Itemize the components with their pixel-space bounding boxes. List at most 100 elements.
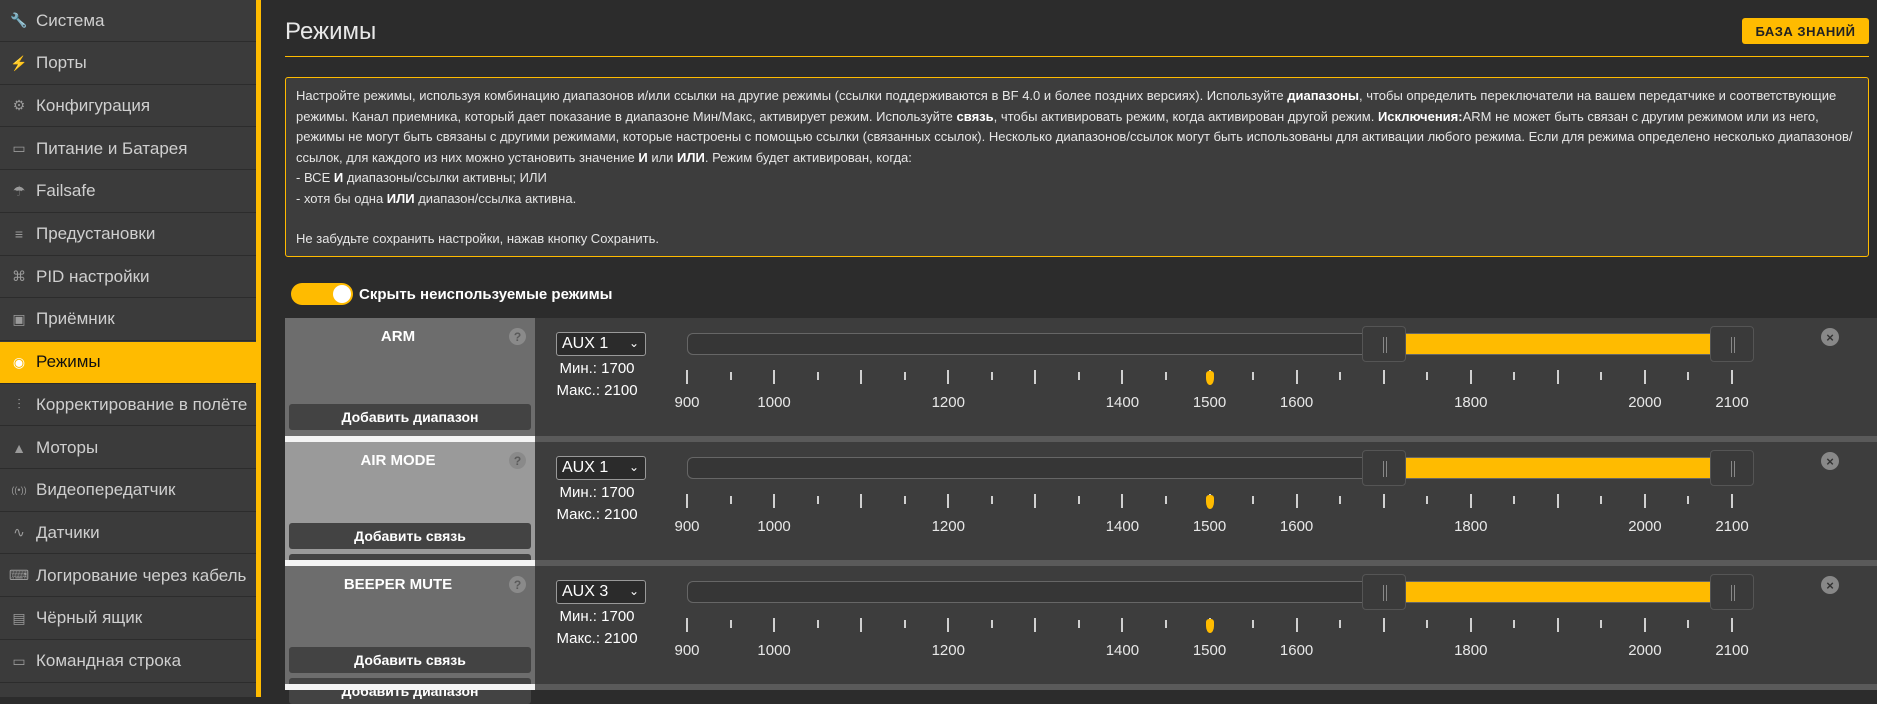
scale-label: 1400 — [1105, 394, 1140, 411]
sidebar-item-2[interactable]: ⚡ Порты — [0, 43, 256, 85]
channel-select[interactable]: AUX 3 ⌄ — [556, 580, 646, 604]
range-min-handle[interactable] — [1361, 326, 1406, 362]
sidebar-item-11[interactable]: ▲ Моторы — [0, 427, 256, 469]
channel-value-marker — [1205, 371, 1214, 385]
range-fill — [1383, 334, 1732, 354]
sidebar-item-13[interactable]: ∿ Датчики — [0, 512, 256, 555]
add-range-button[interactable]: Добавить диапазон — [289, 404, 531, 430]
sitemap-icon: ⌘ — [12, 268, 26, 285]
scale-tick — [947, 370, 950, 384]
sidebar-item-4[interactable]: ▭ Питание и Батарея — [0, 128, 256, 171]
keyboard-icon: ⌨ — [8, 567, 30, 584]
scale-tick — [773, 370, 776, 384]
sidebar-item-10[interactable]: ⫶ Корректирование в полёте — [0, 384, 256, 427]
scale-tick — [1643, 494, 1646, 508]
channel-select-value: AUX 3 — [562, 583, 609, 600]
sidebar-item-16[interactable]: ▭ Командная строка — [0, 641, 256, 683]
sidebar-item-15[interactable]: ▤ Чёрный ящик — [0, 598, 256, 640]
wrench-icon: 🔧 — [10, 12, 28, 28]
range-min-handle[interactable] — [1361, 574, 1406, 610]
sidebar-item-12[interactable]: ((•)) Видеопередатчик — [0, 470, 256, 512]
battery-icon: ▭ — [12, 140, 26, 157]
scale-tick — [947, 494, 950, 508]
scale-label: 900 — [674, 518, 700, 535]
sidebar-item-3[interactable]: ⚙ Конфигурация — [0, 85, 256, 128]
close-icon[interactable]: × — [1821, 576, 1839, 594]
scale-tick — [816, 496, 819, 504]
scale-tick — [860, 618, 863, 632]
scale-label: 2000 — [1628, 642, 1662, 659]
sidebar-item-1[interactable]: 🔧 Система — [0, 0, 256, 42]
scale-tick — [1600, 496, 1603, 504]
range-fill — [1383, 458, 1732, 478]
sidebar-item-label: Режимы — [36, 352, 101, 372]
main-content: Режимы БАЗА ЗНАНИЙ Настройте режимы, исп… — [261, 0, 1877, 704]
sidebar-item-label: Failsafe — [36, 181, 96, 201]
scale-tick — [1731, 618, 1733, 632]
sidebar-item-label: Система — [36, 10, 105, 30]
help-icon[interactable]: ? — [509, 452, 526, 469]
sidebar-item-5[interactable]: ☂ Failsafe — [0, 171, 256, 213]
hide-unused-toggle[interactable] — [291, 283, 353, 305]
note-text: . Режим будет активирован, когда: — [704, 149, 912, 165]
mode-header: AIR MODE?Добавить связьДобавить диапазон — [285, 442, 535, 580]
help-icon[interactable]: ? — [509, 328, 526, 345]
scale-tick — [1295, 494, 1298, 508]
close-icon[interactable]: × — [1821, 452, 1839, 470]
scale-tick — [686, 618, 688, 632]
sliders-icon: ⫶ — [17, 396, 21, 413]
add-link-button[interactable]: Добавить связь — [289, 523, 531, 549]
scale-tick — [1687, 496, 1690, 504]
sidebar-item-9[interactable]: ◉ Режимы — [0, 341, 256, 384]
hide-unused-row: Скрыть неиспользуемые режимы — [291, 282, 612, 306]
channel-value-marker — [1205, 619, 1214, 633]
scale-label: 1500 — [1192, 394, 1227, 411]
mode-range-panel: AUX 1 ⌄ Мин.: 1700 Макс.: 2100 900 1000 1200 14… — [535, 318, 1877, 436]
note-bold: И — [333, 170, 344, 185]
scale-label: 2100 — [1715, 642, 1749, 659]
scale-tick — [1731, 370, 1733, 384]
channel-select-value: AUX 1 — [562, 459, 609, 476]
scale-tick — [1643, 370, 1646, 384]
scale-tick — [1164, 496, 1167, 504]
scale-label: 1200 — [931, 518, 965, 535]
scale-tick — [686, 494, 688, 508]
range-max-handle[interactable] — [1710, 574, 1754, 610]
note-spacer — [296, 209, 1858, 229]
sidebar-item-6[interactable]: ≡ Предустановки — [0, 214, 256, 256]
sidebar-item-8[interactable]: ▣ Приёмник — [0, 299, 256, 341]
pulse-icon: ∿ — [13, 524, 25, 541]
channel-select[interactable]: AUX 1 ⌄ — [556, 332, 646, 356]
range-max-handle[interactable] — [1710, 326, 1754, 362]
chevron-down-icon: ⌄ — [628, 336, 639, 350]
sidebar-item-label: Корректирование в полёте — [36, 394, 248, 414]
parachute-icon: ☂ — [12, 182, 26, 199]
scale-tick — [1469, 494, 1472, 508]
add-range-button[interactable]: Добавить диапазон — [289, 678, 531, 704]
mode-range-panel: AUX 3 ⌄ Мин.: 1700 Макс.: 2100 900 1000 1200 14… — [535, 566, 1877, 684]
channel-select[interactable]: AUX 1 ⌄ — [556, 456, 646, 480]
sidebar-item-label: Питание и Батарея — [36, 138, 188, 158]
sidebar-item-label: Датчики — [36, 522, 100, 542]
scale-tick — [1382, 370, 1385, 384]
range-max-handle[interactable] — [1710, 450, 1754, 486]
sidebar-item-label: Предустановки — [36, 224, 156, 243]
scale-tick — [816, 620, 819, 628]
sidebar-item-14[interactable]: ⌨ Логирование через кабель — [0, 555, 256, 598]
close-icon[interactable]: × — [1821, 328, 1839, 346]
sidebar-item-7[interactable]: ⌘ PID настройки — [0, 256, 256, 299]
range-min-handle[interactable] — [1361, 450, 1406, 486]
range-max-label: Макс.: 2100 — [556, 506, 638, 523]
mode-range-panel: AUX 1 ⌄ Мин.: 1700 Макс.: 2100 900 1000 1200 14… — [535, 442, 1877, 560]
scale-tick — [1469, 370, 1472, 384]
scale-tick — [990, 496, 993, 504]
scale-tick — [1034, 494, 1037, 508]
scale-tick — [903, 372, 906, 380]
wiki-button[interactable]: БАЗА ЗНАНИЙ — [1742, 18, 1869, 44]
scale-tick — [1077, 372, 1080, 380]
scale-tick — [1164, 372, 1167, 380]
mode-separator-left — [285, 684, 535, 690]
sidebar: 🔧 Система ⚡ Порты ⚙ Конфигурация ▭ Питание и Ба… — [0, 0, 256, 697]
help-icon[interactable]: ? — [509, 576, 526, 593]
add-link-button[interactable]: Добавить связь — [289, 647, 531, 673]
